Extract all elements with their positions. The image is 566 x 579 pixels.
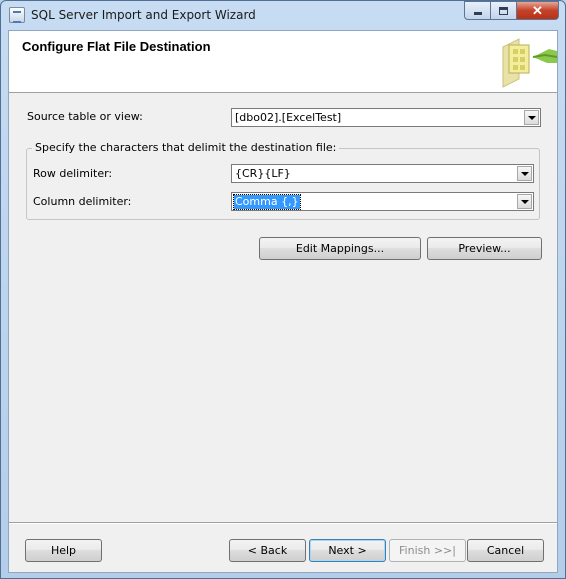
footer-divider bbox=[9, 522, 557, 524]
minimize-button[interactable] bbox=[464, 1, 490, 20]
column-delimiter-value: Comma {,} bbox=[233, 194, 301, 210]
folder-document-wizard-icon bbox=[502, 38, 557, 88]
edit-mappings-button[interactable]: Edit Mappings... bbox=[259, 237, 421, 260]
maximize-button[interactable] bbox=[490, 1, 516, 20]
help-button[interactable]: Help bbox=[25, 539, 102, 562]
close-button[interactable]: ✕ bbox=[516, 1, 559, 20]
window-title: SQL Server Import and Export Wizard bbox=[31, 8, 256, 22]
source-table-label: Source table or view: bbox=[27, 110, 143, 123]
source-table-combobox[interactable]: [dbo02].[ExcelTest] bbox=[231, 108, 541, 127]
finish-button[interactable]: Finish >>| bbox=[389, 539, 466, 562]
page-title: Configure Flat File Destination bbox=[22, 39, 211, 54]
chevron-down-icon[interactable] bbox=[524, 110, 539, 125]
row-delimiter-label: Row delimiter: bbox=[33, 167, 113, 180]
next-button[interactable]: Next > bbox=[309, 539, 386, 562]
preview-button[interactable]: Preview... bbox=[427, 237, 542, 260]
close-icon: ✕ bbox=[532, 2, 543, 18]
chevron-down-icon[interactable] bbox=[517, 194, 532, 209]
wizard-client-area: Configure Flat File Destination Source t… bbox=[8, 30, 558, 573]
app-icon bbox=[9, 7, 25, 23]
page-header: Configure Flat File Destination bbox=[9, 31, 557, 93]
maximize-icon bbox=[499, 6, 508, 15]
row-delimiter-value: {CR}{LF} bbox=[235, 167, 291, 180]
wizard-window: SQL Server Import and Export Wizard ✕ Co… bbox=[0, 0, 566, 579]
caption-buttons: ✕ bbox=[464, 1, 559, 20]
column-delimiter-label: Column delimiter: bbox=[33, 195, 132, 208]
source-table-value: [dbo02].[ExcelTest] bbox=[235, 111, 342, 124]
row-delimiter-combobox[interactable]: {CR}{LF} bbox=[231, 164, 534, 183]
cancel-button[interactable]: Cancel bbox=[467, 539, 544, 562]
column-delimiter-combobox[interactable]: Comma {,} bbox=[231, 192, 534, 211]
title-bar[interactable]: SQL Server Import and Export Wizard ✕ bbox=[1, 1, 565, 30]
chevron-down-icon[interactable] bbox=[517, 166, 532, 181]
back-button[interactable]: < Back bbox=[229, 539, 306, 562]
minimize-icon bbox=[473, 12, 482, 15]
delimiter-group-title: Specify the characters that delimit the … bbox=[32, 141, 340, 154]
